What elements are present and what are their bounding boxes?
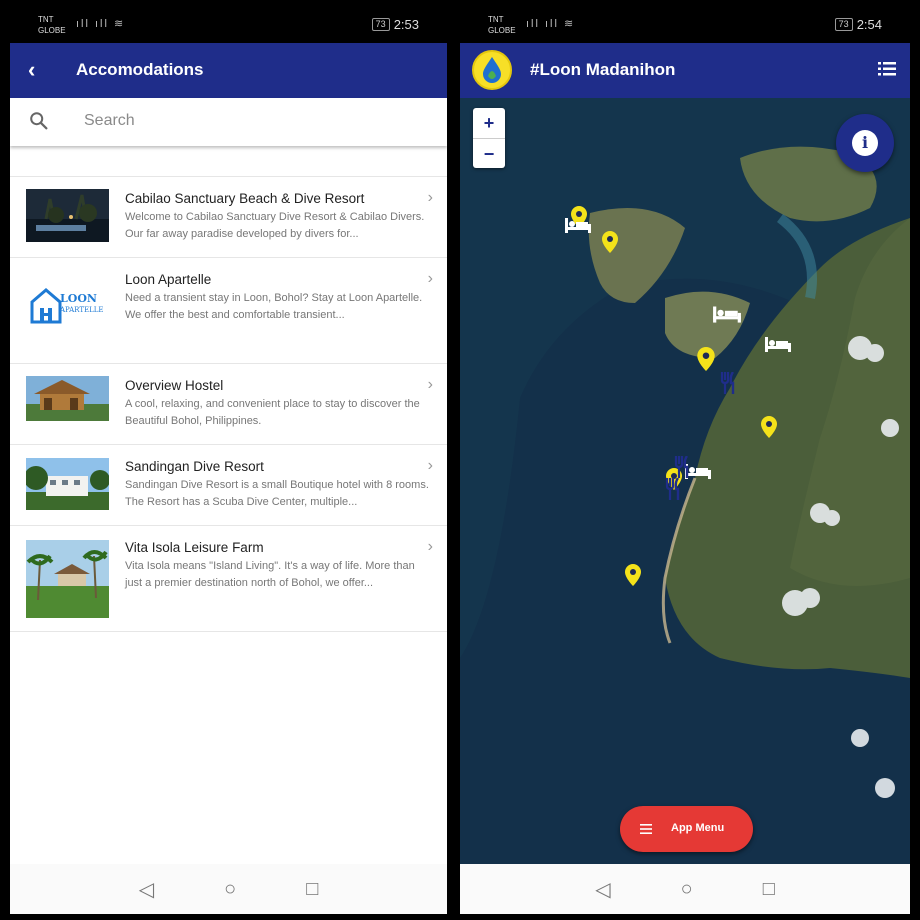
page-title: Accomodations [76,60,204,79]
nav-home-icon[interactable]: ○ [224,878,236,901]
chevron-right-icon: › [427,270,433,287]
zoom-out-button[interactable]: − [473,138,505,168]
item-thumbnail [26,376,109,421]
info-icon: i [852,130,878,156]
app-menu-label: App Menu [671,822,725,834]
logo-text-2: APARTELLE [60,306,104,314]
map-screen: TNT GLOBE ıll ıll ≋ 73 2:54 #Loon Madani… [460,0,910,920]
list-item[interactable]: LOON APARTELLE Loon Apartelle Need a tra… [10,258,447,364]
item-thumbnail [26,458,109,510]
chevron-right-icon: › [427,457,433,474]
info-button[interactable]: i [836,114,894,172]
map-pin-icon[interactable] [624,564,642,586]
item-thumbnail [26,189,109,242]
app-bar: ‹ Accomodations [10,43,447,98]
screenshot-canvas: TNT GLOBE ıll ıll ≋ 73 2:53 ‹ Accomodati… [0,0,920,920]
loon-apartelle-logo: LOON APARTELLE [26,284,109,330]
list-content: Cabilao Sanctuary Beach & Dive Resort We… [10,98,447,864]
status-time: 2:54 [856,17,882,32]
chevron-right-icon: › [427,538,433,555]
nav-back-icon[interactable]: ◁ [595,877,610,902]
item-title: Loon Apartelle [125,272,212,287]
restaurant-icon[interactable] [665,478,681,500]
item-thumbnail [26,540,109,618]
carrier-line-2: GLOBE [488,26,516,35]
list-item[interactable]: Overview Hostel A cool, relaxing, and co… [10,364,447,445]
zoom-in-button[interactable]: + [473,108,505,138]
water-drop-logo-icon [483,57,501,83]
nav-back-icon[interactable]: ◁ [139,877,154,902]
map-imagery [460,98,910,864]
item-title: Sandingan Dive Resort [125,459,264,474]
carrier-label: TNT GLOBE [488,14,516,36]
hamburger-icon [640,824,652,834]
app-menu-button[interactable]: App Menu [620,806,753,852]
logo-text-1: LOON [60,292,97,305]
app-bar: #Loon Madanihon [460,43,910,98]
chevron-right-icon: › [427,189,433,206]
system-nav-bar: ◁ ○ □ [460,864,910,914]
satellite-map[interactable]: + − i App Menu [460,98,910,864]
battery-icon: 73 [834,18,853,31]
item-description: Vita Isola means "Island Living". It's a… [125,560,415,589]
back-icon[interactable]: ‹ [28,57,35,83]
restaurant-icon[interactable] [720,372,736,394]
map-pin-icon[interactable] [760,416,778,438]
status-time: 2:53 [393,17,419,32]
item-description: A cool, relaxing, and convenient place t… [125,398,420,427]
carrier-line-2: GLOBE [38,26,66,35]
list-icon[interactable] [878,62,896,76]
zoom-control: + − [473,108,505,168]
battery-icon: 73 [371,18,390,31]
item-title: Cabilao Sanctuary Beach & Dive Resort [125,191,365,206]
item-title: Vita Isola Leisure Farm [125,540,264,555]
nav-home-icon[interactable]: ○ [681,878,693,901]
signal-wifi-icon: ıll ıll ≋ [76,18,126,30]
search-bar [10,98,447,146]
item-description: Need a transient stay in Loon, Bohol? St… [125,292,423,321]
search-icon[interactable] [28,110,50,132]
list-item[interactable]: Sandingan Dive Resort Sandingan Dive Res… [10,445,447,526]
search-input[interactable] [84,112,384,130]
item-title: Overview Hostel [125,378,224,393]
app-logo [472,50,512,90]
nav-recents-icon[interactable]: □ [763,878,775,901]
signal-wifi-icon: ıll ıll ≋ [526,18,576,30]
hotel-bed-icon[interactable] [712,304,742,324]
item-description: Welcome to Cabilao Sanctuary Dive Resort… [125,211,425,240]
hotel-bed-icon[interactable] [564,216,592,234]
map-pin-icon[interactable] [601,231,619,253]
status-bar: TNT GLOBE ıll ıll ≋ 73 2:54 [460,0,910,43]
accommodations-screen: TNT GLOBE ıll ıll ≋ 73 2:53 ‹ Accomodati… [10,0,447,920]
carrier-label: TNT GLOBE [38,14,66,36]
accommodation-list: Cabilao Sanctuary Beach & Dive Resort We… [10,176,447,632]
status-right: 73 2:54 [834,17,882,32]
status-bar: TNT GLOBE ıll ıll ≋ 73 2:53 [10,0,447,43]
chevron-right-icon: › [427,376,433,393]
page-title: #Loon Madanihon [530,60,676,79]
map-pin-icon[interactable] [696,347,716,371]
item-description: Sandingan Dive Resort is a small Boutiqu… [125,479,429,508]
list-item[interactable]: Vita Isola Leisure Farm Vita Isola means… [10,526,447,632]
nav-recents-icon[interactable]: □ [306,878,318,901]
carrier-line-1: TNT [488,15,504,24]
carrier-line-1: TNT [38,15,54,24]
system-nav-bar: ◁ ○ □ [10,864,447,914]
list-item[interactable]: Cabilao Sanctuary Beach & Dive Resort We… [10,177,447,258]
restaurant-icon[interactable] [674,456,690,478]
hotel-bed-icon[interactable] [764,335,792,353]
status-right: 73 2:53 [371,17,419,32]
